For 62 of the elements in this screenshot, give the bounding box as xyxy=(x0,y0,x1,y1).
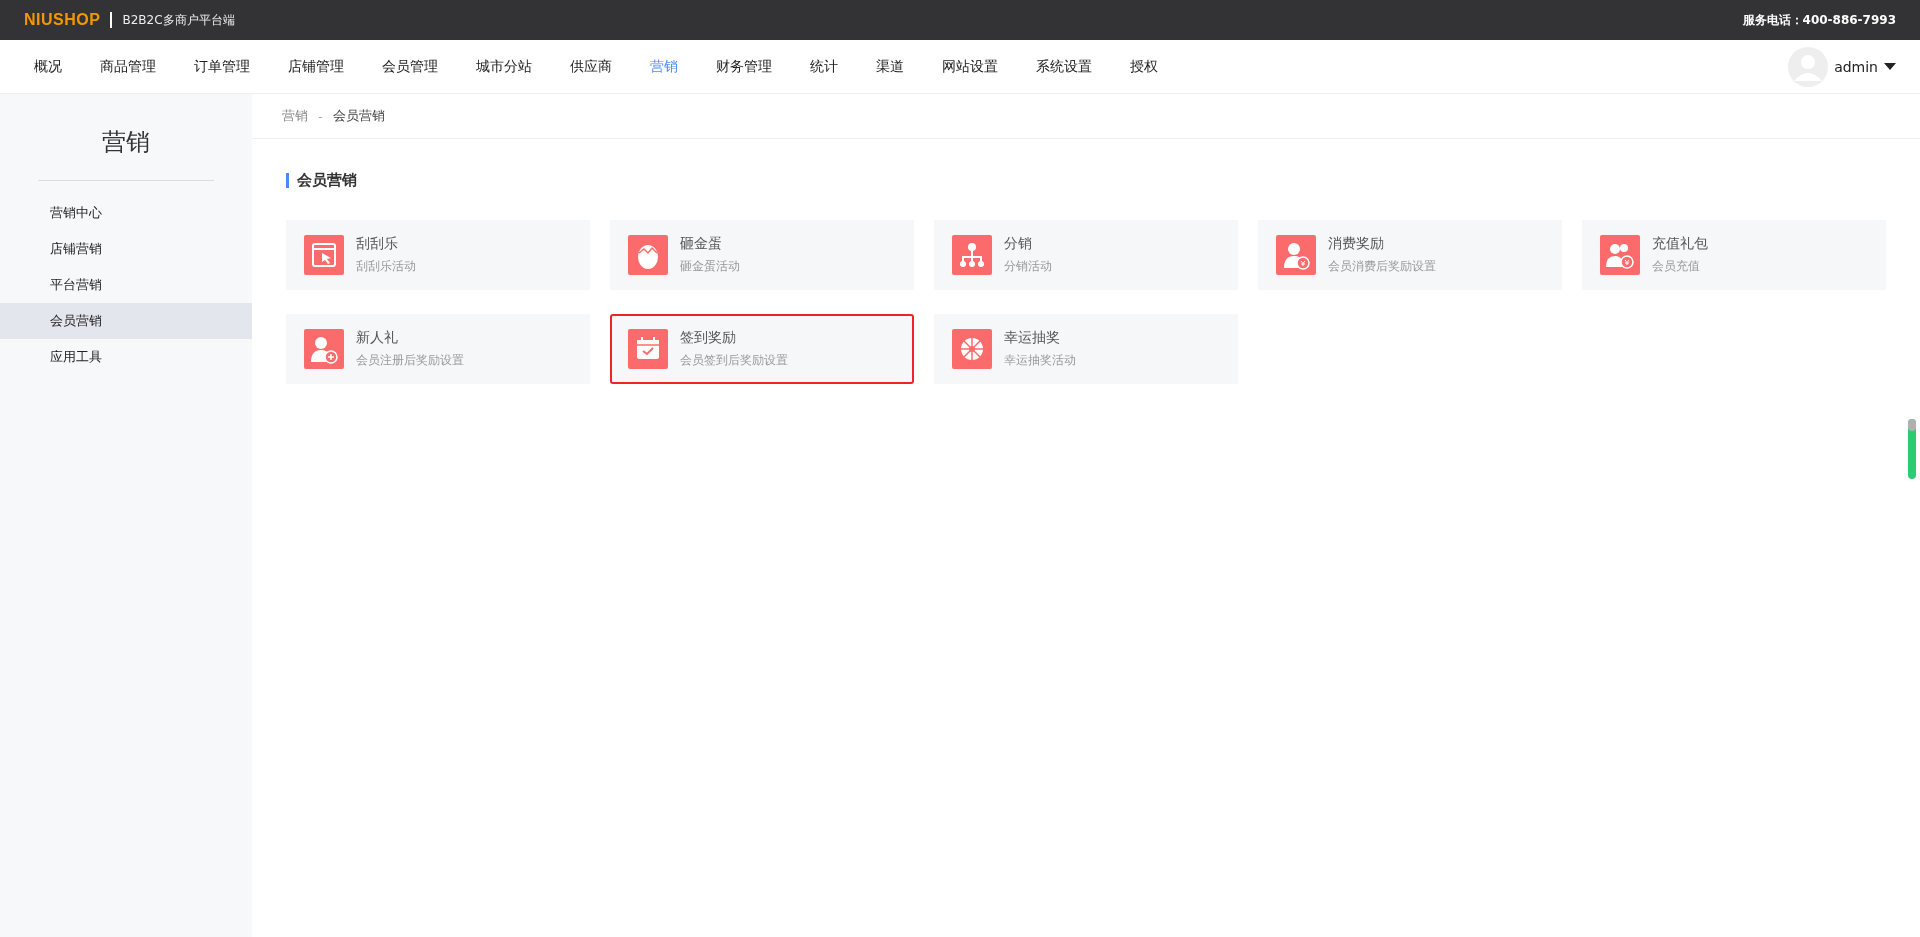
caret-icon[interactable] xyxy=(1884,62,1896,71)
logo[interactable]: NIUSHOP xyxy=(24,11,101,29)
card-description: 幸运抽奖活动 xyxy=(1004,352,1076,369)
user-name[interactable]: admin xyxy=(1834,58,1878,75)
breadcrumb-separator: - xyxy=(318,108,323,124)
service-phone: 服务电话：400-886-7993 xyxy=(1742,11,1896,29)
card-title: 签到奖励 xyxy=(680,329,737,347)
wheel-icon xyxy=(952,329,992,369)
sidebar-item[interactable]: 会员营销 xyxy=(0,303,252,339)
card-title: 消费奖励 xyxy=(1328,235,1385,253)
users-coin-icon xyxy=(1600,235,1640,275)
nav-tab[interactable]: 授权 xyxy=(1111,57,1177,76)
feature-card[interactable]: 充值礼包 会员充值 xyxy=(1582,220,1886,290)
card-description: 砸金蛋活动 xyxy=(680,258,740,275)
egg-icon xyxy=(628,235,668,275)
card-description: 会员注册后奖励设置 xyxy=(356,352,464,369)
feature-card[interactable]: 刮刮乐 刮刮乐活动 xyxy=(286,220,590,290)
nav-tab[interactable]: 城市分站 xyxy=(457,57,551,76)
feature-card[interactable]: 签到奖励 会员签到后奖励设置 xyxy=(610,314,914,384)
section-title: 会员营销 xyxy=(286,173,1886,188)
nav-tab[interactable]: 订单管理 xyxy=(175,57,269,76)
sidebar-item[interactable]: 应用工具 xyxy=(0,339,252,375)
breadcrumb-link[interactable]: 会员营销 xyxy=(332,107,385,125)
sidebar-title: 营销 xyxy=(101,127,151,158)
scratch-card-icon xyxy=(304,235,344,275)
platform-subtitle: B2B2C多商户平台端 xyxy=(122,11,235,29)
card-description: 分销活动 xyxy=(1004,258,1052,275)
card-title: 新人礼 xyxy=(356,329,399,347)
network-icon xyxy=(952,235,992,275)
nav-tab[interactable]: 概况 xyxy=(24,57,81,76)
card-description: 会员消费后奖励设置 xyxy=(1328,258,1436,275)
card-description: 会员签到后奖励设置 xyxy=(680,352,788,369)
calendar-check-icon xyxy=(628,329,668,369)
user-coin-icon xyxy=(1276,235,1316,275)
nav-tab[interactable]: 统计 xyxy=(791,57,857,76)
nav-tab[interactable]: 供应商 xyxy=(551,57,631,76)
breadcrumb-link[interactable]: 营销 xyxy=(282,107,308,125)
card-description: 刮刮乐活动 xyxy=(356,258,416,275)
nav-tab[interactable]: 营销 xyxy=(631,57,697,76)
feature-card[interactable]: 砸金蛋 砸金蛋活动 xyxy=(610,220,914,290)
feature-card[interactable]: 新人礼 会员注册后奖励设置 xyxy=(286,314,590,384)
nav-tab[interactable]: 渠道 xyxy=(857,57,923,76)
card-description: 会员充值 xyxy=(1652,258,1701,275)
card-title: 充值礼包 xyxy=(1652,235,1708,253)
nav-tab[interactable]: 网站设置 xyxy=(923,57,1017,76)
card-title: 分销 xyxy=(1004,235,1033,253)
feature-card[interactable]: 幸运抽奖 幸运抽奖活动 xyxy=(934,314,1238,384)
feature-card[interactable]: 消费奖励 会员消费后奖励设置 xyxy=(1258,220,1562,290)
nav-tab[interactable]: 财务管理 xyxy=(697,57,791,76)
card-title: 幸运抽奖 xyxy=(1004,329,1061,347)
card-title: 刮刮乐 xyxy=(356,235,399,253)
nav-tab[interactable]: 会员管理 xyxy=(363,57,457,76)
user-plus-icon xyxy=(304,329,344,369)
card-title: 砸金蛋 xyxy=(680,235,723,253)
sidebar-item[interactable]: 店铺营销 xyxy=(0,231,252,267)
nav-tab[interactable]: 系统设置 xyxy=(1017,57,1111,76)
sidebar-item[interactable]: 营销中心 xyxy=(0,195,252,231)
sidebar-item[interactable]: 平台营销 xyxy=(0,267,252,303)
feature-card[interactable]: 分销 分销活动 xyxy=(934,220,1238,290)
nav-tab[interactable]: 商品管理 xyxy=(81,57,175,76)
nav-tab[interactable]: 店铺管理 xyxy=(269,57,363,76)
scroll-indicator-icon xyxy=(1908,419,1916,479)
